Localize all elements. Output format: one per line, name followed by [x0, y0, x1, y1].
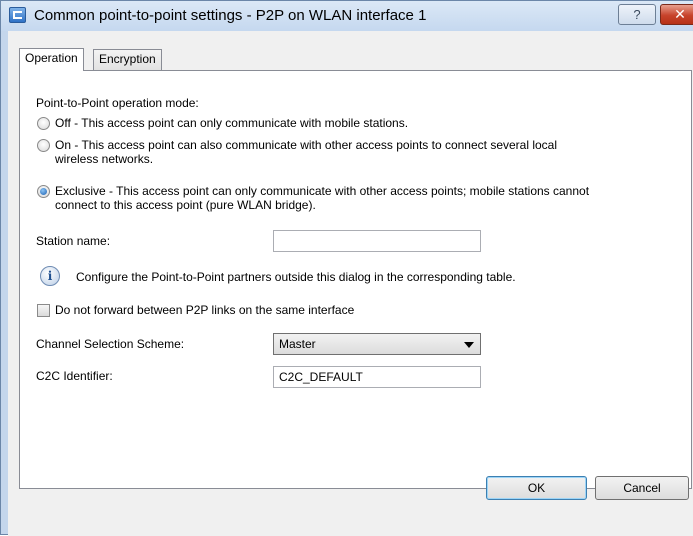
tab-operation[interactable]: Operation	[19, 48, 84, 71]
dialog-window: Common point-to-point settings - P2P on …	[0, 0, 693, 536]
mode-off-label[interactable]: Off - This access point can only communi…	[55, 116, 408, 130]
operation-panel: Point-to-Point operation mode: Off - Thi…	[19, 70, 692, 489]
mode-exclusive-label[interactable]: Exclusive - This access point can only c…	[55, 184, 589, 198]
mode-on-label[interactable]: On - This access point can also communic…	[55, 138, 557, 152]
no-forward-label[interactable]: Do not forward between P2P links on the …	[55, 303, 354, 317]
cancel-button[interactable]: Cancel	[595, 476, 689, 500]
title-bar[interactable]: Common point-to-point settings - P2P on …	[1, 1, 693, 31]
ok-button[interactable]: OK	[486, 476, 587, 500]
chevron-down-icon	[464, 342, 474, 348]
mode-off-radio[interactable]	[37, 117, 50, 130]
mode-heading: Point-to-Point operation mode:	[36, 96, 199, 110]
station-name-input[interactable]	[273, 230, 481, 252]
mode-exclusive-label-line2[interactable]: connect to this access point (pure WLAN …	[55, 198, 316, 212]
mode-on-radio[interactable]	[37, 139, 50, 152]
c2c-identifier-input[interactable]: C2C_DEFAULT	[273, 366, 481, 388]
info-text: Configure the Point-to-Point partners ou…	[76, 270, 516, 284]
info-icon: i	[40, 266, 60, 286]
help-button[interactable]: ?	[618, 4, 656, 25]
channel-scheme-value: Master	[279, 337, 316, 351]
close-button[interactable]: ✕	[660, 4, 693, 25]
window-title: Common point-to-point settings - P2P on …	[34, 7, 427, 24]
mode-on-label-line2[interactable]: wireless networks.	[55, 152, 153, 166]
dialog-client-area: Operation Encryption Point-to-Point oper…	[8, 31, 693, 536]
c2c-label: C2C Identifier:	[36, 369, 113, 383]
mode-exclusive-radio[interactable]	[37, 185, 50, 198]
channel-scheme-select[interactable]: Master	[273, 333, 481, 355]
station-name-label: Station name:	[36, 234, 111, 248]
tab-encryption[interactable]: Encryption	[93, 49, 162, 70]
window-app-icon	[9, 7, 26, 23]
no-forward-checkbox[interactable]	[37, 304, 50, 317]
channel-scheme-label: Channel Selection Scheme:	[36, 337, 185, 351]
